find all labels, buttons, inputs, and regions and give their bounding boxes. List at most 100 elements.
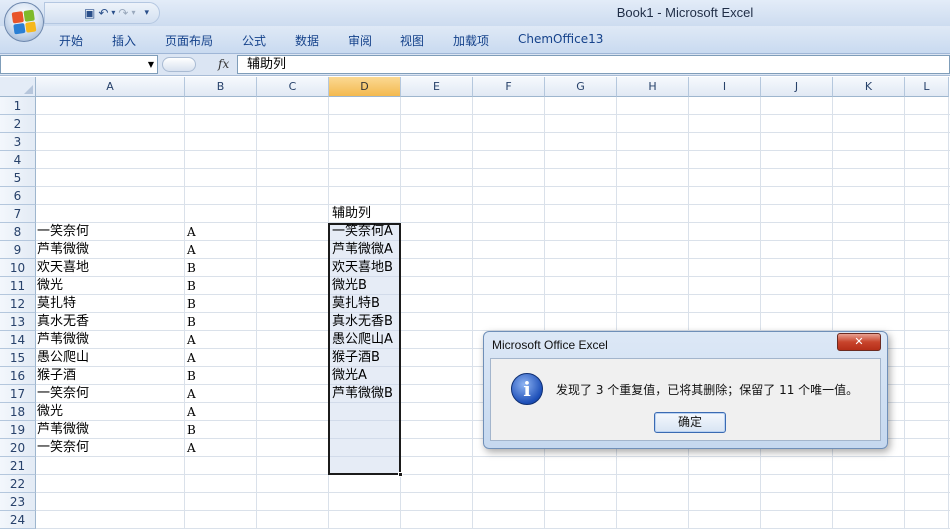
cell-b[interactable]: B [187,367,196,385]
cell-b[interactable]: B [187,277,196,295]
row-header-8[interactable]: 8 [0,223,36,241]
cell-a[interactable]: 微光 [37,403,63,421]
row-header-16[interactable]: 16 [0,367,36,385]
row-header-13[interactable]: 13 [0,313,36,331]
formula-input[interactable]: 辅助列 [237,55,950,74]
column-header-l[interactable]: L [905,77,949,97]
cell-b[interactable]: A [187,241,196,259]
cell-a[interactable]: 莫扎特 [37,295,76,313]
cell-a[interactable]: 真水无香 [37,313,89,331]
info-icon: i [511,373,543,405]
row-header-12[interactable]: 12 [0,295,36,313]
column-gridline [472,97,473,529]
row-header-15[interactable]: 15 [0,349,36,367]
dialog-title: Microsoft Office Excel [492,338,608,352]
cell-d[interactable]: 猴子酒B [332,349,380,367]
cell-a[interactable]: 一笑奈何 [37,223,89,241]
column-header-g[interactable]: G [545,77,617,97]
column-header-b[interactable]: B [185,77,257,97]
cell-d[interactable]: 莫扎特B [332,295,380,313]
cell-b[interactable]: A [187,223,196,241]
row-header-11[interactable]: 11 [0,277,36,295]
tab-page-layout[interactable]: 页面布局 [165,32,213,49]
tab-insert[interactable]: 插入 [112,32,136,49]
cell-b[interactable]: A [187,385,196,403]
row-header-14[interactable]: 14 [0,331,36,349]
cell-a[interactable]: 芦苇微微 [37,241,89,259]
column-header-a[interactable]: A [36,77,185,97]
cell-a[interactable]: 欢天喜地 [37,259,89,277]
ok-button[interactable]: 确定 [654,412,726,433]
cell-d[interactable]: 欢天喜地B [332,259,393,277]
row-header-18[interactable]: 18 [0,403,36,421]
row-header-3[interactable]: 3 [0,133,36,151]
row-header-5[interactable]: 5 [0,169,36,187]
office-button[interactable] [4,2,44,42]
cell-b[interactable]: A [187,403,196,421]
insert-function-icon[interactable]: fx [218,57,229,71]
column-header-h[interactable]: H [617,77,689,97]
column-header-i[interactable]: I [689,77,761,97]
cell-b[interactable]: A [187,439,196,457]
row-header-6[interactable]: 6 [0,187,36,205]
cell-d7-header[interactable]: 辅助列 [332,205,371,223]
select-all-corner[interactable] [0,77,36,97]
cell-b[interactable]: B [187,295,196,313]
cell-d[interactable]: 真水无香B [332,313,393,331]
row-header-23[interactable]: 23 [0,493,36,511]
row-header-22[interactable]: 22 [0,475,36,493]
column-header-c[interactable]: C [257,77,329,97]
dialog-close-button[interactable]: ✕ [837,333,881,351]
fill-handle[interactable] [398,472,403,477]
row-header-7[interactable]: 7 [0,205,36,223]
cell-a[interactable]: 芦苇微微 [37,421,89,439]
cell-a[interactable]: 芦苇微微 [37,331,89,349]
row-header-20[interactable]: 20 [0,439,36,457]
column-header-e[interactable]: E [401,77,473,97]
cell-b[interactable]: B [187,313,196,331]
cell-b[interactable]: B [187,421,196,439]
column-gridline [544,97,545,529]
tab-chemoffice[interactable]: ChemOffice13 [518,32,603,46]
row-header-10[interactable]: 10 [0,259,36,277]
name-box[interactable]: ▼ [0,55,158,74]
cell-d[interactable]: 芦苇微微A [332,241,393,259]
cell-d[interactable]: 芦苇微微B [332,385,393,403]
row-header-17[interactable]: 17 [0,385,36,403]
cell-d[interactable]: 愚公爬山A [332,331,393,349]
tab-data[interactable]: 数据 [295,32,319,49]
cell-d[interactable]: 微光B [332,277,367,295]
column-header-k[interactable]: K [833,77,905,97]
row-header-1[interactable]: 1 [0,97,36,115]
column-header-j[interactable]: J [761,77,833,97]
cell-d[interactable]: 一笑奈何A [332,223,393,241]
cell-area[interactable]: 一笑奈何 芦苇微微 欢天喜地 微光 莫扎特 真水无香 芦苇微微 愚公爬山 猴子酒 一笑奈何 微光 芦苇… [36,97,950,529]
cell-a[interactable]: 一笑奈何 [37,385,89,403]
cell-b[interactable]: A [187,331,196,349]
row-header-9[interactable]: 9 [0,241,36,259]
column-gridline [904,97,905,529]
cell-a[interactable]: 一笑奈何 [37,439,89,457]
cell-a[interactable]: 微光 [37,277,63,295]
cell-d[interactable]: 微光A [332,367,367,385]
row-header-2[interactable]: 2 [0,115,36,133]
cell-a[interactable]: 愚公爬山 [37,349,89,367]
cell-b[interactable]: A [187,349,196,367]
tab-review[interactable]: 审阅 [348,32,372,49]
column-header-d[interactable]: D [329,77,401,97]
cell-b[interactable]: B [187,259,196,277]
formula-controls: fx [158,55,236,74]
column-header-f[interactable]: F [473,77,545,97]
column-gridline [832,97,833,529]
row-header-19[interactable]: 19 [0,421,36,439]
cell-a[interactable]: 猴子酒 [37,367,76,385]
window-title: Book1 - Microsoft Excel [616,5,754,20]
tab-addins[interactable]: 加载项 [453,32,489,49]
tab-formulas[interactable]: 公式 [242,32,266,49]
tab-view[interactable]: 视图 [400,32,424,49]
row-header-4[interactable]: 4 [0,151,36,169]
row-header-24[interactable]: 24 [0,511,36,529]
name-box-dropdown-icon[interactable]: ▼ [148,60,154,69]
tab-home[interactable]: 开始 [59,32,83,49]
row-header-21[interactable]: 21 [0,457,36,475]
